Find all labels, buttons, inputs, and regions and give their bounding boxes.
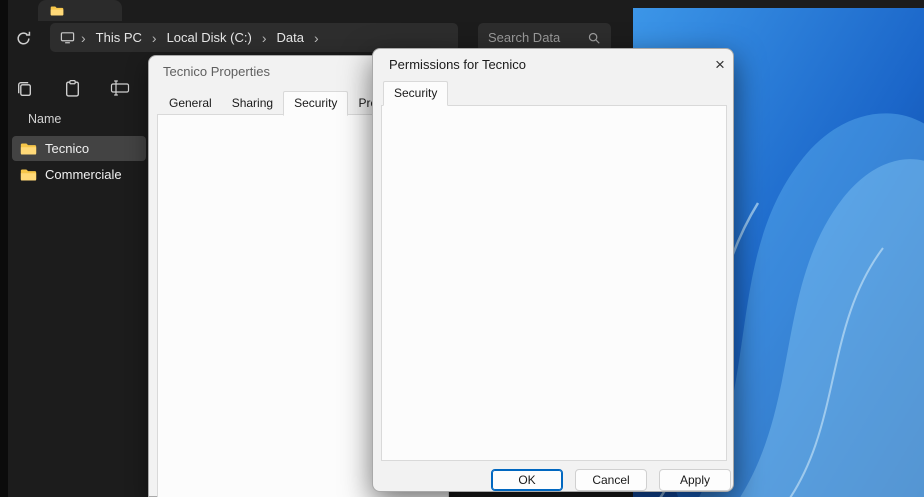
tab-general[interactable]: General <box>159 92 222 115</box>
this-pc-icon <box>60 30 75 45</box>
folder-row-commerciale[interactable]: Commerciale <box>12 162 146 187</box>
paste-button[interactable] <box>60 76 84 100</box>
folder-name: Commerciale <box>45 167 122 182</box>
dialog-title: Tecnico Properties <box>163 64 270 79</box>
desktop: This PC Local Disk (C:) Data Search Data <box>0 0 924 497</box>
explorer-tab[interactable] <box>38 0 122 21</box>
chevron-right-icon[interactable] <box>260 30 269 46</box>
window-edge <box>0 0 8 497</box>
folder-row-tecnico[interactable]: Tecnico <box>12 136 146 161</box>
refresh-button[interactable] <box>12 27 34 49</box>
apply-button[interactable]: Apply <box>659 469 731 491</box>
tab-security[interactable]: Security <box>383 81 448 106</box>
folder-icon <box>20 168 37 182</box>
folder-icon <box>20 142 37 156</box>
breadcrumb-local-disk[interactable]: Local Disk (C:) <box>163 28 256 47</box>
tab-security[interactable]: Security <box>283 91 348 116</box>
dialog-title: Permissions for Tecnico <box>389 57 526 72</box>
cancel-button[interactable]: Cancel <box>575 469 647 491</box>
ok-button[interactable]: OK <box>491 469 563 491</box>
copy-button[interactable] <box>12 76 36 100</box>
folder-name: Tecnico <box>45 141 89 156</box>
search-icon <box>587 31 601 45</box>
permissions-tabs: Security <box>383 83 448 105</box>
copy-icon <box>15 79 34 98</box>
rename-icon <box>110 79 130 97</box>
refresh-icon <box>15 30 32 47</box>
close-icon[interactable] <box>707 53 733 77</box>
breadcrumb-data[interactable]: Data <box>273 28 308 47</box>
rename-button[interactable] <box>108 76 132 100</box>
chevron-right-icon[interactable] <box>150 30 159 46</box>
chevron-right-icon[interactable] <box>79 30 88 46</box>
column-header-name[interactable]: Name <box>28 112 61 126</box>
search-placeholder: Search Data <box>488 30 560 45</box>
folder-icon <box>50 5 64 17</box>
paste-icon <box>63 79 82 98</box>
security-tab-page <box>381 105 727 461</box>
permissions-dialog: Permissions for Tecnico Security Object … <box>372 48 734 492</box>
chevron-right-icon[interactable] <box>312 30 321 46</box>
breadcrumb-this-pc[interactable]: This PC <box>92 28 146 47</box>
tab-sharing[interactable]: Sharing <box>222 92 283 115</box>
